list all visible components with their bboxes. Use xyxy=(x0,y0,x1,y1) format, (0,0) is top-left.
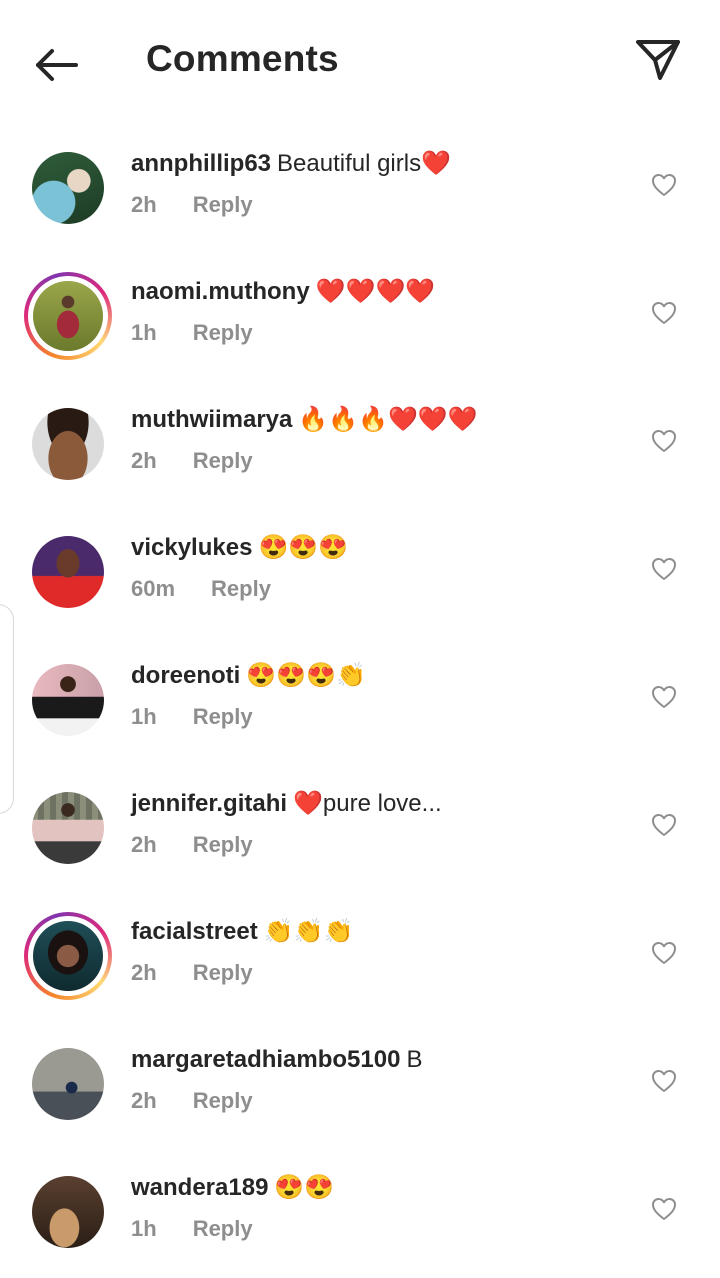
comment-time: 2h xyxy=(131,960,157,985)
heart-outline-icon xyxy=(652,1070,676,1092)
comment-content: annphillip63 Beautiful girls❤️ 2h Reply xyxy=(131,148,601,218)
avatar[interactable] xyxy=(32,1048,104,1120)
reply-button[interactable]: Reply xyxy=(193,832,253,857)
comment-time: 1h xyxy=(131,1216,157,1241)
heart-outline-icon xyxy=(652,302,676,324)
avatar[interactable] xyxy=(32,1176,104,1248)
reply-button[interactable]: Reply xyxy=(193,320,253,345)
heart-outline-icon xyxy=(652,558,676,580)
comment-row: margaretadhiambo5100 B 2h Reply xyxy=(0,1022,720,1150)
like-button[interactable] xyxy=(648,1193,680,1225)
comment-content: vickylukes 😍😍😍 60m Reply xyxy=(131,532,601,602)
share-button[interactable] xyxy=(630,36,686,84)
paper-plane-icon xyxy=(636,40,680,80)
heart-outline-icon xyxy=(652,942,676,964)
comment-username[interactable]: jennifer.gitahi xyxy=(131,790,287,817)
avatar-container[interactable] xyxy=(24,656,112,744)
avatar[interactable] xyxy=(32,152,104,224)
reply-button[interactable]: Reply xyxy=(193,704,253,729)
comment-time: 2h xyxy=(131,832,157,857)
page-title: Comments xyxy=(146,38,339,79)
avatar[interactable] xyxy=(32,792,104,864)
comment-row: doreenoti 😍😍😍👏 1h Reply xyxy=(0,638,720,766)
heart-outline-icon xyxy=(652,1198,676,1220)
app-header: Comments xyxy=(0,0,720,126)
reply-button[interactable]: Reply xyxy=(193,1216,253,1241)
comment-text: 😍😍😍👏 xyxy=(246,662,366,689)
comment-username[interactable]: doreenoti xyxy=(131,662,240,689)
comment-row: jennifer.gitahi ❤️pure love... 2h Reply xyxy=(0,766,720,894)
reply-button[interactable]: Reply xyxy=(193,448,253,473)
comment-row: naomi.muthony ❤️❤️❤️❤️ 1h Reply xyxy=(0,254,720,382)
heart-outline-icon xyxy=(652,686,676,708)
comment-content: muthwiimarya 🔥🔥🔥❤️❤️❤️ 2h Reply xyxy=(131,404,601,474)
comment-row: wandera189 😍😍 1h Reply xyxy=(0,1150,720,1278)
comment-username[interactable]: wandera189 xyxy=(131,1174,268,1201)
avatar-container[interactable] xyxy=(24,912,112,1000)
comment-content: doreenoti 😍😍😍👏 1h Reply xyxy=(131,660,601,730)
heart-outline-icon xyxy=(652,430,676,452)
comment-username[interactable]: naomi.muthony xyxy=(131,278,310,305)
reply-button[interactable]: Reply xyxy=(211,576,271,601)
comment-text: ❤️❤️❤️❤️ xyxy=(315,278,436,305)
reply-button[interactable]: Reply xyxy=(193,1088,253,1113)
avatar-container[interactable] xyxy=(24,1040,112,1128)
avatar-container[interactable] xyxy=(24,400,112,488)
heart-outline-icon xyxy=(652,814,676,836)
avatar[interactable] xyxy=(33,281,103,351)
comment-text: 🔥🔥🔥❤️❤️❤️ xyxy=(298,406,478,433)
comment-username[interactable]: margaretadhiambo5100 xyxy=(131,1046,400,1073)
avatar-container[interactable] xyxy=(24,272,112,360)
avatar-container[interactable] xyxy=(24,528,112,616)
comment-username[interactable]: muthwiimarya xyxy=(131,406,292,433)
comment-text: B xyxy=(406,1046,423,1073)
comment-username[interactable]: annphillip63 xyxy=(131,150,271,177)
comment-username[interactable]: facialstreet xyxy=(131,918,258,945)
reply-button[interactable]: Reply xyxy=(193,960,253,985)
comment-content: naomi.muthony ❤️❤️❤️❤️ 1h Reply xyxy=(131,276,601,346)
heart-outline-icon xyxy=(652,174,676,196)
comment-text: 😍😍 xyxy=(274,1174,335,1201)
comment-text: 👏👏👏 xyxy=(263,918,354,945)
reply-button[interactable]: Reply xyxy=(193,192,253,217)
back-button[interactable] xyxy=(28,40,84,90)
like-button[interactable] xyxy=(648,169,680,201)
comment-row: facialstreet 👏👏👏 2h Reply xyxy=(0,894,720,1022)
avatar-container[interactable] xyxy=(24,144,112,232)
like-button[interactable] xyxy=(648,809,680,841)
avatar-container[interactable] xyxy=(24,1168,112,1256)
comment-content: wandera189 😍😍 1h Reply xyxy=(131,1172,601,1242)
comment-text: 😍😍😍 xyxy=(258,534,349,561)
like-button[interactable] xyxy=(648,553,680,585)
comment-content: facialstreet 👏👏👏 2h Reply xyxy=(131,916,601,986)
comment-time: 2h xyxy=(131,1088,157,1113)
avatar[interactable] xyxy=(32,408,104,480)
comment-time: 2h xyxy=(131,448,157,473)
like-button[interactable] xyxy=(648,297,680,329)
avatar-container[interactable] xyxy=(24,784,112,872)
like-button[interactable] xyxy=(648,937,680,969)
like-button[interactable] xyxy=(648,1065,680,1097)
like-button[interactable] xyxy=(648,681,680,713)
avatar[interactable] xyxy=(33,921,103,991)
avatar[interactable] xyxy=(32,664,104,736)
comment-time: 60m xyxy=(131,576,176,601)
comment-row: annphillip63 Beautiful girls❤️ 2h Reply xyxy=(0,126,720,254)
comment-username[interactable]: vickylukes xyxy=(131,534,252,561)
arrow-left-icon xyxy=(36,49,78,81)
comment-row: vickylukes 😍😍😍 60m Reply xyxy=(0,510,720,638)
comment-text: Beautiful girls❤️ xyxy=(277,150,451,177)
comment-content: jennifer.gitahi ❤️pure love... 2h Reply xyxy=(131,788,601,858)
comment-text: ❤️pure love... xyxy=(293,790,442,817)
comment-row: muthwiimarya 🔥🔥🔥❤️❤️❤️ 2h Reply xyxy=(0,382,720,510)
avatar[interactable] xyxy=(32,536,104,608)
comment-time: 1h xyxy=(131,704,157,729)
like-button[interactable] xyxy=(648,425,680,457)
comment-time: 2h xyxy=(131,192,157,217)
comment-content: margaretadhiambo5100 B 2h Reply xyxy=(131,1044,601,1114)
comment-time: 1h xyxy=(131,320,157,345)
edge-handle[interactable] xyxy=(0,604,14,814)
